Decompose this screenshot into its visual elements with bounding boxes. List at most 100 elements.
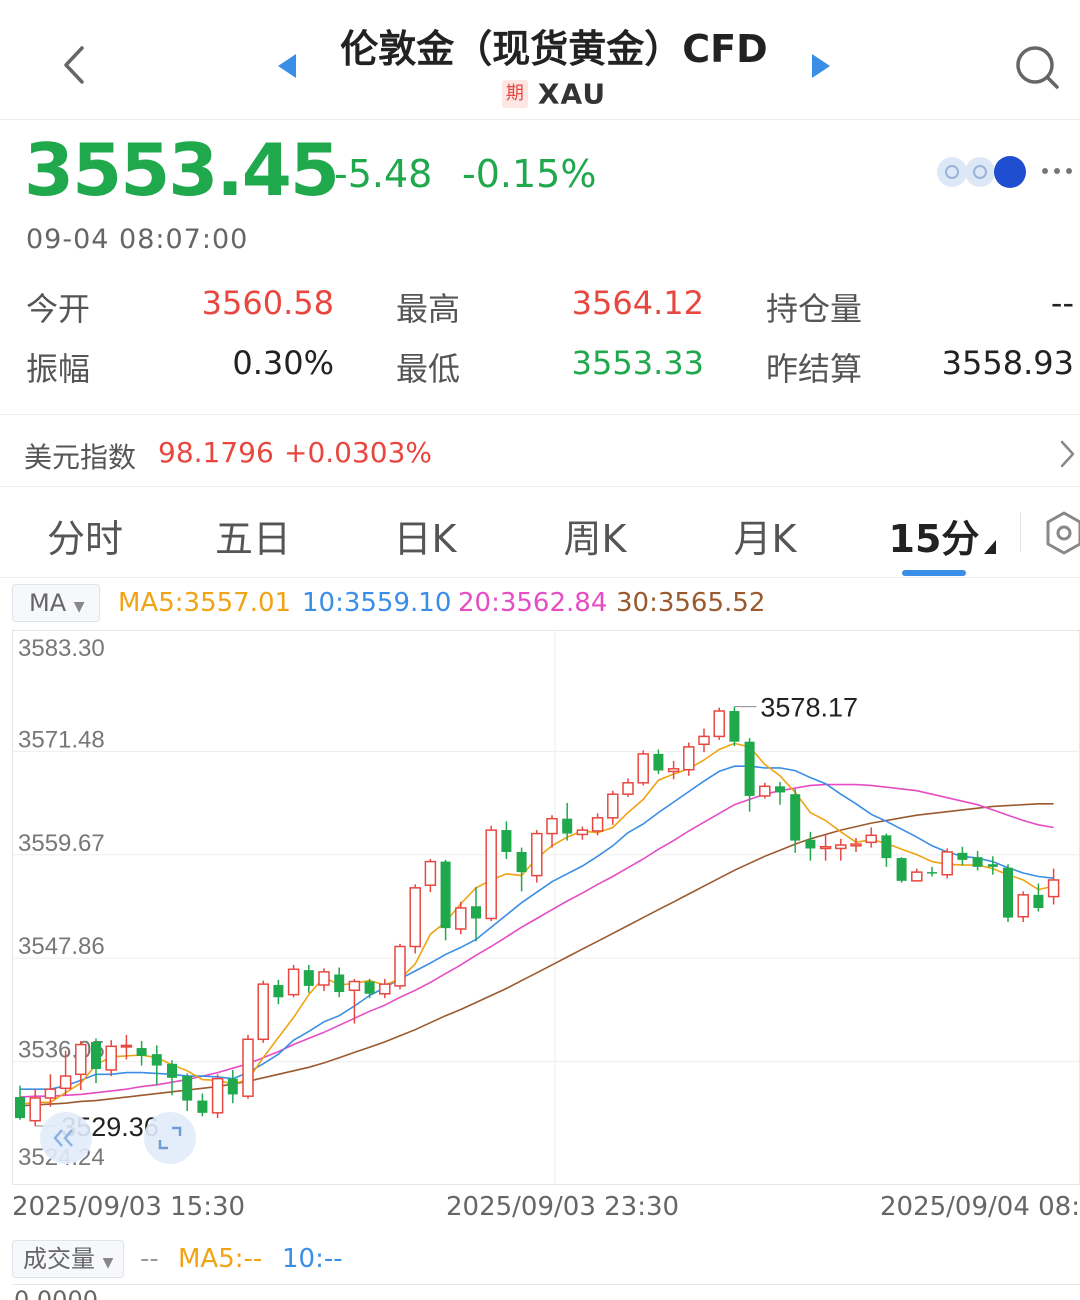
candle-body	[455, 907, 467, 930]
search-icon[interactable]	[1012, 42, 1062, 92]
indicator-select-button[interactable]: MA ▼	[12, 584, 100, 622]
candle-body	[987, 864, 998, 867]
ma5-value: MA5:3557.01	[118, 588, 292, 618]
candle-body	[120, 1044, 133, 1048]
last-price: 3553.45	[24, 128, 340, 212]
candle-body	[713, 710, 725, 738]
chart-settings-icon[interactable]	[1044, 510, 1080, 556]
x-axis-label-end: 2025/09/04 08:1	[880, 1192, 1080, 1222]
ma10-line	[20, 765, 1054, 1091]
candle-body	[318, 971, 330, 986]
price-change-percent: -0.15%	[462, 152, 597, 196]
high-label: 最高	[396, 290, 461, 328]
prev-settlement-label: 昨结算	[766, 350, 863, 388]
candle-body	[653, 753, 664, 771]
candle-body	[334, 974, 345, 993]
ma10-value: 10:3559.10	[302, 588, 452, 618]
volume-axis-top: 0.0000	[14, 1286, 98, 1300]
candle-body	[15, 1097, 25, 1119]
usd-index-label[interactable]: 美元指数	[24, 436, 136, 476]
candle-body	[1003, 867, 1013, 918]
divider	[1020, 512, 1021, 552]
candle-body	[242, 1038, 254, 1097]
open-label: 今开	[26, 290, 91, 328]
candle-body	[667, 768, 680, 773]
chart-frame	[12, 630, 1080, 1185]
candle-body	[911, 871, 923, 882]
y-axis-label: 3559.67	[18, 830, 105, 857]
indicator-select-label: MA	[29, 589, 67, 617]
high-value: 3564.12	[571, 284, 704, 322]
candle-body	[29, 1097, 41, 1122]
candle-body	[409, 887, 421, 948]
candle-body	[622, 782, 634, 795]
candle-body	[927, 872, 937, 874]
open-interest-value: --	[1050, 284, 1074, 322]
candle-body	[546, 817, 558, 835]
candle-body	[591, 817, 604, 832]
candle-body	[881, 835, 892, 859]
candle-body	[683, 746, 695, 771]
volume-ma10: 10:--	[282, 1244, 343, 1274]
amplitude-value: 0.30%	[232, 344, 334, 382]
candle-body	[91, 1041, 101, 1070]
candlestick-chart[interactable]: 3583.303571.483559.673547.863536.053524.…	[12, 630, 1080, 1185]
x-axis-label-mid: 2025/09/03 23:30	[446, 1192, 680, 1222]
candle-body	[197, 1100, 208, 1113]
low-label: 最低	[396, 350, 461, 388]
dropdown-caret-icon[interactable]	[984, 540, 996, 554]
tab-intraday[interactable]: 分时	[40, 508, 130, 563]
prev-settlement-value: 3558.93	[941, 344, 1074, 382]
volume-indicator-label: 成交量	[23, 1245, 95, 1273]
candle-body	[59, 1075, 72, 1090]
candle-body	[227, 1078, 238, 1095]
volume-value: --	[140, 1244, 159, 1274]
social-share-icons[interactable]	[936, 152, 1036, 192]
prev-instrument-icon[interactable]	[276, 52, 300, 80]
double-chevron-left-icon	[53, 1129, 73, 1147]
candle-body	[835, 844, 847, 850]
candle-body	[865, 834, 877, 844]
fullscreen-button[interactable]	[144, 1112, 196, 1164]
tab-15min[interactable]: 15分	[886, 508, 982, 563]
back-arrow-icon[interactable]	[56, 40, 96, 90]
instrument-subtitle: 期 XAU	[300, 76, 808, 111]
caret-down-icon: ▼	[73, 599, 85, 615]
active-tab-indicator	[902, 570, 966, 576]
candle-body	[485, 829, 497, 920]
candle-body	[531, 832, 543, 877]
candle-body	[379, 983, 391, 995]
volume-indicator-button[interactable]: 成交量 ▼	[12, 1240, 124, 1278]
candle-body	[972, 857, 983, 867]
candle-body	[637, 753, 649, 784]
x-axis-label-start: 2025/09/03 15:30	[12, 1192, 246, 1222]
y-axis-label: 3547.86	[18, 933, 105, 960]
candle-body	[303, 970, 314, 986]
more-options-icon[interactable]	[1040, 158, 1074, 184]
next-instrument-icon[interactable]	[808, 52, 832, 80]
tab-weekly-k[interactable]: 周K	[550, 508, 640, 563]
candle-body	[516, 851, 527, 873]
divider	[0, 577, 1080, 578]
candle-body	[759, 785, 771, 797]
candle-body	[805, 839, 816, 849]
candle-body	[1033, 894, 1044, 908]
candle-body	[44, 1088, 57, 1099]
tab-daily-k[interactable]: 日K	[380, 508, 470, 563]
candle-body	[440, 861, 451, 929]
scroll-left-button[interactable]	[40, 1112, 92, 1164]
price-change: -5.48	[334, 152, 433, 196]
candle-body	[1047, 879, 1060, 898]
tab-monthly-k[interactable]: 月K	[720, 508, 810, 563]
candle-body	[607, 793, 619, 819]
candle-body	[941, 851, 953, 876]
candle-body	[151, 1054, 162, 1066]
tab-five-day[interactable]: 五日	[208, 508, 298, 563]
instrument-symbol: XAU	[537, 77, 607, 111]
chevron-right-icon[interactable]	[1056, 436, 1078, 472]
candle-body	[136, 1048, 147, 1056]
candle-body	[850, 843, 862, 847]
quote-timestamp: 09-04 08:07:00	[26, 224, 249, 255]
candle-body	[105, 1045, 117, 1071]
candle-body	[471, 906, 481, 919]
